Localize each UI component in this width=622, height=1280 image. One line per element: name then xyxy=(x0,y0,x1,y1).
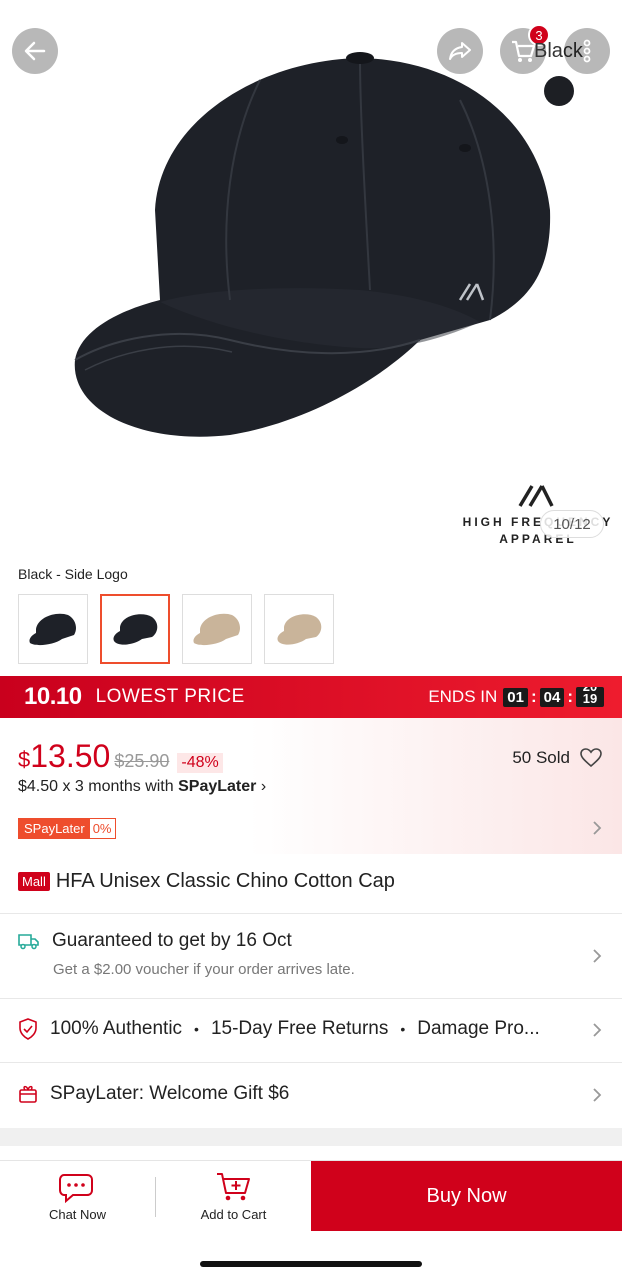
add-to-cart-button[interactable]: Add to Cart xyxy=(156,1161,311,1232)
sold-count: 50 Sold xyxy=(512,748,602,768)
truck-icon xyxy=(18,934,39,950)
variant-thumb-black-side[interactable] xyxy=(100,594,170,664)
cap-thumb-icon xyxy=(277,614,322,645)
chat-icon xyxy=(58,1174,93,1203)
home-indicator xyxy=(200,1261,422,1267)
back-button[interactable] xyxy=(12,28,58,74)
color-swatch xyxy=(544,76,574,106)
assurance-returns: 15-Day Free Returns xyxy=(210,1018,389,1039)
selected-variant-name: Black - Side Logo xyxy=(18,566,128,582)
variant-thumbnails xyxy=(18,594,334,664)
variant-thumb-khaki[interactable] xyxy=(182,594,252,664)
assurance-authentic: 100% Authentic xyxy=(50,1018,183,1039)
flash-sale-badge: 10.10 xyxy=(24,683,82,710)
section-gap xyxy=(0,1128,622,1146)
assurance-row[interactable]: 100% Authentic • 15-Day Free Returns • D… xyxy=(18,1018,540,1040)
chevron-right-icon[interactable] xyxy=(592,1022,602,1038)
chevron-right-icon[interactable] xyxy=(592,1087,602,1103)
flash-sale-bar[interactable]: 10.10 LOWEST PRICE ENDS IN 01 : 04 : 20 … xyxy=(0,676,622,718)
buy-now-button[interactable]: Buy Now xyxy=(311,1161,622,1231)
more-button[interactable] xyxy=(564,28,610,74)
sold-count-text: 50 Sold xyxy=(512,748,570,767)
product-image xyxy=(74,52,551,437)
cap-thumb-icon xyxy=(193,613,240,646)
price-section[interactable]: $13.50 $25.90 -48% 50 Sold $4.50 x 3 mon… xyxy=(0,718,622,854)
chat-now-button[interactable]: Chat Now xyxy=(0,1161,155,1232)
more-vertical-icon xyxy=(583,39,591,63)
shipping-guarantee-row[interactable]: Guaranteed to get by 16 Oct xyxy=(18,930,292,952)
heart-icon[interactable] xyxy=(580,748,602,768)
product-title: Mall HFA Unisex Classic Chino Cotton Cap xyxy=(18,870,395,893)
shipping-subtitle: Get a $2.00 voucher if your order arrive… xyxy=(53,961,355,978)
product-image-gallery[interactable]: 3 Black HIGH FREQUENCY APPAREL 10/12 xyxy=(0,0,622,560)
share-icon xyxy=(449,42,471,60)
countdown-seconds-bottom: 19 xyxy=(582,691,598,706)
countdown-minutes: 04 xyxy=(539,687,565,707)
original-price: $25.90 xyxy=(114,751,170,771)
gift-icon xyxy=(19,1085,37,1103)
chevron-right-icon[interactable] xyxy=(592,948,602,964)
assurance-separator: • xyxy=(400,1021,406,1037)
chevron-right-icon[interactable] xyxy=(592,820,602,836)
countdown-seconds: 20 19 xyxy=(576,687,604,707)
variant-thumb-black[interactable] xyxy=(18,594,88,664)
shield-check-icon xyxy=(19,1018,37,1040)
image-counter: 10/12 xyxy=(540,510,604,538)
countdown-hours: 01 xyxy=(503,687,528,707)
countdown-label: ENDS IN xyxy=(428,687,498,706)
variant-thumb-khaki-side[interactable] xyxy=(264,594,334,664)
flash-sale-label: LOWEST PRICE xyxy=(95,686,245,707)
cap-thumb-icon xyxy=(29,613,77,646)
spaylater-badge: SPayLater 0% xyxy=(18,818,116,839)
shipping-title: Guaranteed to get by 16 Oct xyxy=(52,930,292,951)
spaylater-promo-row[interactable]: SPayLater: Welcome Gift $6 xyxy=(18,1083,289,1105)
bottom-action-bar: Chat Now Add to Cart Buy Now xyxy=(0,1160,622,1232)
arrow-left-icon xyxy=(24,41,46,61)
share-button[interactable] xyxy=(437,28,483,74)
add-to-cart-label: Add to Cart xyxy=(200,1207,267,1222)
assurance-damage: Damage Pro... xyxy=(417,1018,540,1039)
discount-badge: -48% xyxy=(177,753,223,773)
add-cart-icon xyxy=(216,1173,250,1201)
promo-text: SPayLater: Welcome Gift $6 xyxy=(50,1083,290,1104)
chat-now-label: Chat Now xyxy=(48,1207,107,1222)
cap-thumb-icon xyxy=(113,614,158,645)
installment-info[interactable]: $4.50 x 3 months with SPayLater › xyxy=(18,778,266,796)
current-price: $13.50 xyxy=(18,738,111,774)
assurance-separator: • xyxy=(194,1021,199,1037)
flash-countdown: ENDS IN 01 : 04 : 20 19 xyxy=(428,687,622,707)
mall-tag: Mall xyxy=(18,872,50,891)
product-title-text: HFA Unisex Classic Chino Cotton Cap xyxy=(55,870,395,892)
brand-mark-icon xyxy=(518,485,554,507)
